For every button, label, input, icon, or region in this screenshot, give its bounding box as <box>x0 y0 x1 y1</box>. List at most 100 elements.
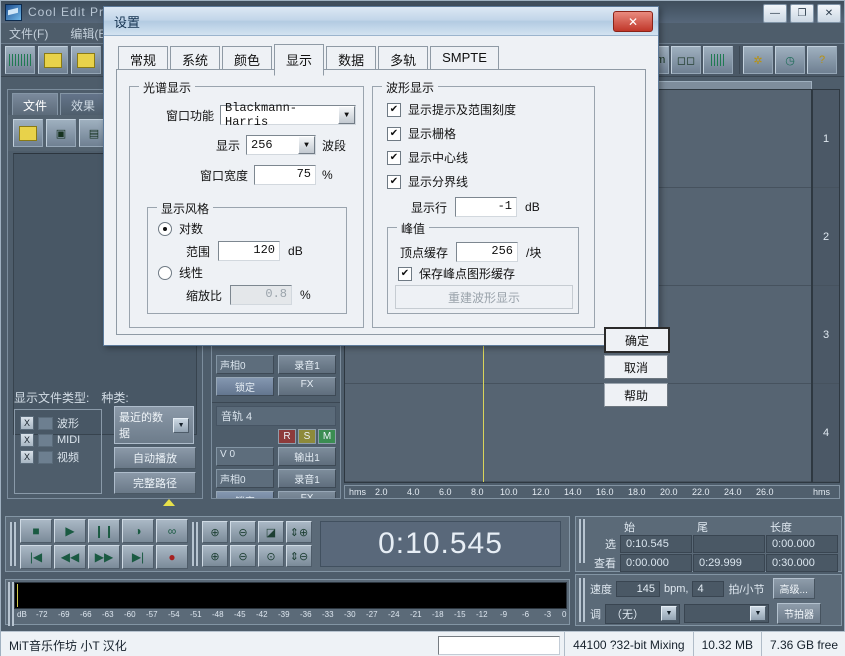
open-folder-icon[interactable] <box>13 119 43 147</box>
help-button[interactable]: 帮助 <box>604 383 668 407</box>
dialog-titlebar[interactable]: 设置 ✕ <box>104 7 658 36</box>
tab-files[interactable]: 文件 <box>12 93 58 115</box>
zoom-to-selection-right-icon[interactable]: ⊖ <box>230 545 256 567</box>
track4-rec-button[interactable]: 录音1 <box>278 469 336 488</box>
track4-lock-button[interactable]: 锁定 <box>216 491 274 499</box>
waveform-check-icon[interactable]: X <box>20 416 34 430</box>
zoom-grip[interactable] <box>192 522 198 566</box>
zoom-selection-icon[interactable]: ⊙ <box>258 545 284 567</box>
tab-effects[interactable]: 效果 <box>60 93 106 115</box>
go-to-end-button[interactable]: ▶| <box>122 545 154 569</box>
track-lane-4[interactable] <box>345 384 811 482</box>
loop-button[interactable]: ∞ <box>156 519 188 543</box>
time-ruler[interactable]: hms 2.0 4.0 6.0 8.0 10.0 12.0 14.0 16.0 … <box>344 485 840 499</box>
track3-lock-row[interactable]: 锁定 FX <box>216 377 336 396</box>
transport-grip[interactable] <box>10 522 16 566</box>
ruler-position-marker[interactable] <box>163 499 175 506</box>
show-centerline-checkbox[interactable]: ✔ <box>387 151 401 165</box>
scale-chevron-down-icon[interactable]: ▼ <box>750 606 766 621</box>
track4-output-button[interactable]: 输出1 <box>278 447 336 466</box>
midi-check-icon[interactable]: X <box>20 433 34 447</box>
show-boundary-checkbox[interactable]: ✔ <box>387 175 401 189</box>
level-meter-bar[interactable] <box>14 582 567 609</box>
track3-pan-row[interactable]: 声相0 录音1 <box>216 355 336 374</box>
track4-rsm-buttons[interactable]: R S M <box>216 429 336 444</box>
key-chevron-down-icon[interactable]: ▼ <box>661 606 677 621</box>
peak-cache-input[interactable]: 256 <box>456 242 518 262</box>
speed-input[interactable]: 145 <box>616 581 660 597</box>
key-dropdown[interactable]: （无） ▼ <box>605 604 680 624</box>
cancel-button[interactable]: 取消 <box>604 355 668 379</box>
selection-length-field[interactable]: 0:00.000 <box>766 535 838 553</box>
track4-lock-row[interactable]: 锁定 FX <box>216 491 336 499</box>
track4-vol-row[interactable]: V 0 输出1 <box>216 447 336 466</box>
new-file-icon[interactable] <box>38 46 68 74</box>
ok-button[interactable]: 确定 <box>604 327 670 353</box>
window-width-input[interactable]: 75 <box>254 165 316 185</box>
filter-waveform[interactable]: X 波形 <box>20 415 96 431</box>
transport-bar[interactable]: ■ ▶ ❙❙ ◑ ∞ |◀ ◀◀ ▶▶ ▶| ● ⊕ ⊖ ◪ ⇕⊕ ⊕ ⊖ ⊙ … <box>5 516 570 572</box>
file-type-filters[interactable]: X 波形 X MIDI X 视频 <box>14 409 102 494</box>
chevron-down-icon[interactable]: ▼ <box>173 418 189 433</box>
display-bands-dropdown[interactable]: 256 ▼ <box>246 135 316 155</box>
track4-mute-button[interactable]: M <box>318 429 336 444</box>
display-bands-chevron-down-icon[interactable]: ▼ <box>298 136 315 154</box>
rewind-button[interactable]: ◀◀ <box>54 545 86 569</box>
track3-rec-button[interactable]: 录音1 <box>278 355 336 374</box>
show-grid-checkbox[interactable]: ✔ <box>387 127 401 141</box>
play-button[interactable]: ▶ <box>54 519 86 543</box>
fast-forward-button[interactable]: ▶▶ <box>88 545 120 569</box>
autoplay-button[interactable]: 自动播放 <box>114 447 196 469</box>
maximize-button[interactable]: ❐ <box>790 4 814 23</box>
fullpath-button[interactable]: 完整路径 <box>114 472 196 494</box>
scale-dropdown[interactable]: ▼ <box>684 604 769 623</box>
video-check-icon[interactable]: X <box>20 450 34 464</box>
go-to-start-button[interactable]: |◀ <box>20 545 52 569</box>
zoom-out-horizontal-icon[interactable]: ⊖ <box>230 521 256 543</box>
zoom-in-horizontal-icon[interactable]: ⊕ <box>202 521 228 543</box>
view-end-field[interactable]: 0:29.999 <box>693 554 765 572</box>
track-header-partial[interactable]: 声相0 录音1 锁定 FX <box>212 352 340 403</box>
close-button[interactable]: ✕ <box>817 4 841 23</box>
clock-icon[interactable]: ◷ <box>775 46 805 74</box>
selection-end-field[interactable] <box>693 535 765 553</box>
log-radio[interactable] <box>158 222 172 236</box>
track4-solo-button[interactable]: S <box>298 429 316 444</box>
track4-pan-row[interactable]: 声相0 录音1 <box>216 469 336 488</box>
track3-pan-field[interactable]: 声相0 <box>216 355 274 374</box>
settings-gear-icon[interactable]: ✲ <box>743 46 773 74</box>
filter-video[interactable]: X 视频 <box>20 449 96 465</box>
mix-icon[interactable] <box>703 46 733 74</box>
advanced-button[interactable]: 高级... <box>773 578 815 599</box>
waveform-view-icon[interactable] <box>5 46 35 74</box>
range-input[interactable]: 120 <box>218 241 280 261</box>
settings-dialog[interactable]: 设置 ✕ 常规 系统 颜色 显示 数据 多轨 SMPTE 光谱显示 窗口功能 B… <box>103 6 659 346</box>
track3-lock-button[interactable]: 锁定 <box>216 377 274 396</box>
envelope-icon[interactable]: ◻◻ <box>671 46 701 74</box>
tempo-panel-grip[interactable] <box>579 578 585 622</box>
time-display[interactable]: 0:10.545 <box>320 521 561 567</box>
track4-record-arm-button[interactable]: R <box>278 429 296 444</box>
window-function-chevron-down-icon[interactable]: ▼ <box>338 106 355 124</box>
level-meter-panel[interactable]: dB -72 -69 -66 -63 -60 -57 -54 -51 -48 -… <box>5 579 570 625</box>
help-question-icon[interactable]: ? <box>807 46 837 74</box>
open-file-icon[interactable] <box>71 46 101 74</box>
display-line-input[interactable]: -1 <box>455 197 517 217</box>
stop-button[interactable]: ■ <box>20 519 52 543</box>
transport-buttons[interactable]: ■ ▶ ❙❙ ◑ ∞ |◀ ◀◀ ▶▶ ▶| ● <box>20 519 188 569</box>
selection-start-field[interactable]: 0:10.545 <box>620 535 692 553</box>
save-peak-cache-checkbox[interactable]: ✔ <box>398 267 412 281</box>
zoom-to-selection-left-icon[interactable]: ⊕ <box>202 545 228 567</box>
zoom-buttons[interactable]: ⊕ ⊖ ◪ ⇕⊕ ⊕ ⊖ ⊙ ⇕⊖ <box>202 521 312 567</box>
track-header-4[interactable]: 音轨 4 R S M V 0 输出1 声相0 录音1 锁定 FX <box>212 403 340 499</box>
window-controls[interactable]: — ❐ ✕ <box>763 4 841 23</box>
track4-pan-field[interactable]: 声相0 <box>216 469 274 488</box>
menu-edit[interactable]: 编辑(E <box>70 25 106 42</box>
show-hints-checkbox[interactable]: ✔ <box>387 103 401 117</box>
beats-per-bar-input[interactable]: 4 <box>692 581 724 597</box>
minimize-button[interactable]: — <box>763 4 787 23</box>
zoom-in-vertical-icon[interactable]: ⇕⊕ <box>286 521 312 543</box>
window-function-dropdown[interactable]: Blackmann-Harris ▼ <box>220 105 356 125</box>
zoom-out-vertical-icon[interactable]: ⇕⊖ <box>286 545 312 567</box>
track4-volume-field[interactable]: V 0 <box>216 447 274 466</box>
